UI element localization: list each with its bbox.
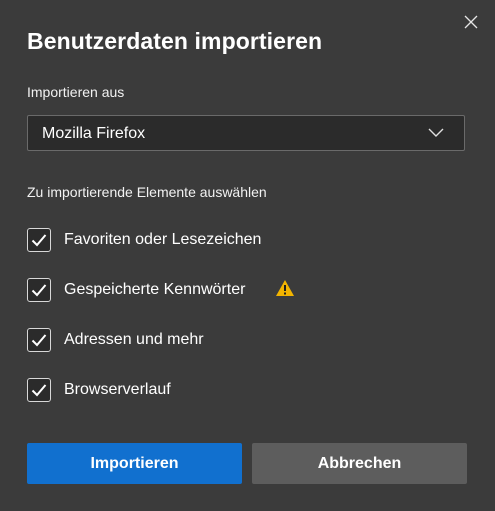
item-history[interactable]: Browserverlauf — [27, 378, 427, 404]
chevron-down-icon — [428, 128, 444, 137]
checkmark-icon — [31, 284, 47, 297]
import-from-label: Importieren aus — [27, 84, 125, 100]
close-icon — [464, 15, 478, 29]
import-dialog: Benutzerdaten importieren Importieren au… — [0, 0, 495, 511]
source-browser-select[interactable]: Mozilla Firefox — [27, 115, 465, 151]
history-checkbox[interactable] — [27, 378, 51, 402]
checkmark-icon — [31, 234, 47, 247]
item-label: Browserverlauf — [64, 381, 171, 398]
items-heading: Zu importierende Elemente auswählen — [27, 184, 267, 200]
source-browser-value: Mozilla Firefox — [42, 125, 146, 142]
cancel-button[interactable]: Abbrechen — [252, 443, 467, 484]
import-button[interactable]: Importieren — [27, 443, 242, 484]
item-label: Adressen und mehr — [64, 331, 204, 348]
item-passwords[interactable]: Gespeicherte Kennwörter — [27, 278, 427, 304]
warning-icon — [276, 280, 294, 296]
item-addresses[interactable]: Adressen und mehr — [27, 328, 427, 354]
passwords-checkbox[interactable] — [27, 278, 51, 302]
checkmark-icon — [31, 384, 47, 397]
item-favorites[interactable]: Favoriten oder Lesezeichen — [27, 228, 427, 254]
checkmark-icon — [31, 334, 47, 347]
dialog-title: Benutzerdaten importieren — [27, 28, 323, 54]
item-label: Gespeicherte Kennwörter — [64, 281, 246, 298]
close-button[interactable] — [461, 12, 481, 32]
addresses-checkbox[interactable] — [27, 328, 51, 352]
item-label: Favoriten oder Lesezeichen — [64, 231, 262, 248]
favorites-checkbox[interactable] — [27, 228, 51, 252]
